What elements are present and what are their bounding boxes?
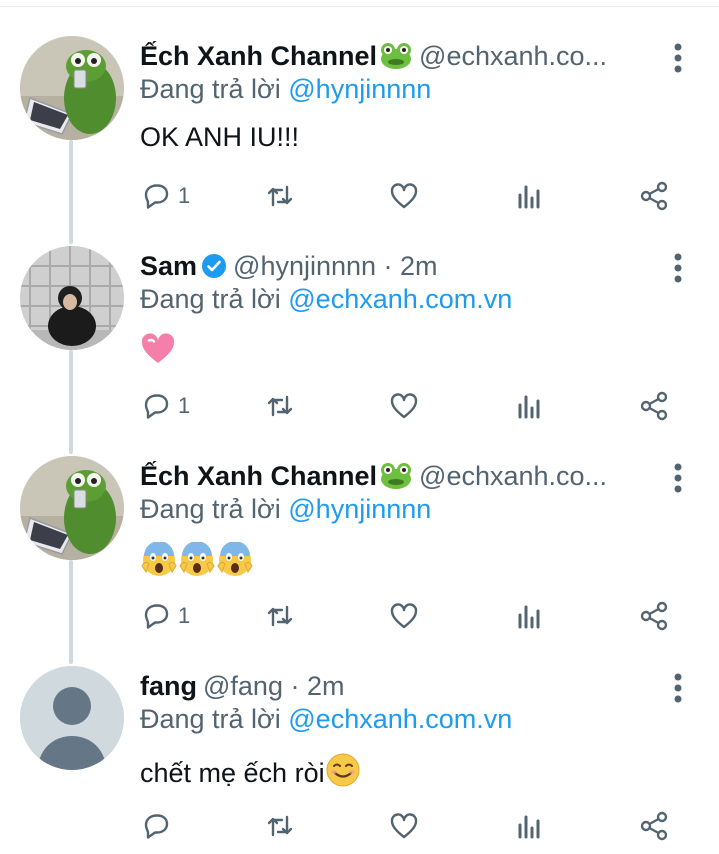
heart-icon	[390, 393, 418, 419]
analytics-icon	[518, 185, 540, 209]
more-options-icon[interactable]	[668, 672, 688, 704]
share-button[interactable]	[638, 596, 670, 636]
share-icon	[640, 811, 668, 841]
tweet[interactable]: fang @fang · 2m Đang trả lời @echxanh.co…	[0, 666, 719, 854]
mention-link[interactable]: @echxanh.com.vn	[288, 704, 512, 734]
display-name[interactable]: Ếch Xanh Channel	[140, 461, 377, 492]
tweet-header: Ếch Xanh Channel @echxanh.co...	[140, 456, 660, 496]
mention-link[interactable]: @echxanh.com.vn	[288, 284, 512, 314]
top-divider	[0, 6, 719, 7]
tweet-actions: 1	[140, 596, 680, 636]
share-button[interactable]	[638, 386, 670, 426]
reply-icon	[144, 394, 169, 419]
tweet-text: OK ANH IU!!!	[140, 122, 300, 152]
share-button[interactable]	[638, 806, 670, 846]
replying-to: Đang trả lời @hynjinnnn	[140, 494, 431, 525]
reply-button[interactable]: 1	[140, 596, 190, 636]
tweet-actions: 1	[140, 176, 680, 216]
kermit-avatar[interactable]	[20, 36, 124, 140]
user-handle[interactable]: @echxanh.co...	[419, 461, 607, 492]
screaming-face-emoji	[216, 541, 254, 585]
reply-count: 1	[178, 603, 191, 628]
reply-count: 1	[178, 183, 191, 208]
display-name[interactable]: Sam	[140, 251, 197, 282]
analytics-button[interactable]	[514, 386, 546, 426]
display-name[interactable]: fang	[140, 671, 197, 702]
replying-to-label: Đang trả lời	[140, 704, 289, 734]
analytics-button[interactable]	[514, 596, 546, 636]
screaming-face-emoji	[178, 541, 216, 585]
replying-to: Đang trả lời @hynjinnnn	[140, 74, 431, 105]
display-name[interactable]: Ếch Xanh Channel	[140, 41, 377, 72]
mention-link[interactable]: @hynjinnnn	[288, 74, 431, 104]
user-handle[interactable]: @hynjinnnn · 2m	[233, 251, 438, 282]
tweet[interactable]: Ếch Xanh Channel @echxanh.co... Đang trả…	[0, 456, 719, 666]
like-button[interactable]	[388, 806, 420, 846]
like-button[interactable]	[388, 596, 420, 636]
share-icon	[640, 181, 668, 211]
more-options-icon[interactable]	[668, 42, 688, 74]
tweet-header: Sam @hynjinnnn · 2m	[140, 246, 660, 286]
retweet-button[interactable]	[264, 596, 296, 636]
reply-button[interactable]: 1	[140, 176, 190, 216]
heart-icon	[390, 183, 418, 209]
analytics-icon	[518, 815, 540, 839]
tweet-header: Ếch Xanh Channel @echxanh.co...	[140, 36, 660, 76]
pink-heart-emoji	[140, 332, 176, 373]
kermit-avatar[interactable]	[20, 456, 124, 560]
more-options-icon[interactable]	[668, 252, 688, 284]
screaming-face-emoji	[140, 541, 178, 585]
heart-icon	[390, 603, 418, 629]
reply-button[interactable]: 1	[140, 386, 190, 426]
retweet-button[interactable]	[264, 806, 296, 846]
share-icon	[640, 601, 668, 631]
retweet-icon	[267, 605, 293, 627]
user-handle[interactable]: @fang · 2m	[203, 671, 344, 702]
retweet-icon	[267, 185, 293, 207]
retweet-icon	[267, 395, 293, 417]
verified-icon	[201, 253, 227, 279]
replying-to-label: Đang trả lời	[140, 494, 289, 524]
replying-to: Đang trả lời @echxanh.com.vn	[140, 704, 512, 735]
replying-to-label: Đang trả lời	[140, 74, 289, 104]
sam-avatar[interactable]	[20, 246, 124, 350]
replying-to: Đang trả lời @echxanh.com.vn	[140, 284, 512, 315]
tweet[interactable]: Sam @hynjinnnn · 2m Đang trả lời @echxan…	[0, 246, 719, 456]
analytics-button[interactable]	[514, 806, 546, 846]
tweet-text-body: chết mẹ ếch ròi	[140, 758, 325, 788]
reply-icon	[144, 604, 169, 629]
analytics-button[interactable]	[514, 176, 546, 216]
retweet-icon	[267, 815, 293, 837]
smiling-face-emoji	[325, 752, 361, 795]
like-button[interactable]	[388, 386, 420, 426]
default-avatar[interactable]	[20, 666, 124, 770]
reply-icon	[144, 184, 169, 209]
frog-emoji	[379, 41, 413, 71]
analytics-icon	[518, 605, 540, 629]
tweet-actions	[140, 806, 680, 846]
frog-emoji	[379, 461, 413, 491]
tweet-text	[140, 541, 254, 585]
tweet-header: fang @fang · 2m	[140, 666, 660, 706]
reply-button[interactable]	[140, 806, 178, 846]
reply-icon	[144, 814, 169, 839]
tweet[interactable]: Ếch Xanh Channel @echxanh.co... Đang trả…	[0, 36, 719, 246]
retweet-button[interactable]	[264, 386, 296, 426]
analytics-icon	[518, 395, 540, 419]
like-button[interactable]	[388, 176, 420, 216]
reply-count: 1	[178, 393, 191, 418]
heart-icon	[390, 813, 418, 839]
user-handle[interactable]: @echxanh.co...	[419, 41, 607, 72]
tweet-actions: 1	[140, 386, 680, 426]
tweet-text	[140, 332, 176, 373]
more-options-icon[interactable]	[668, 462, 688, 494]
retweet-button[interactable]	[264, 176, 296, 216]
share-icon	[640, 391, 668, 421]
tweet-text: chết mẹ ếch ròi	[140, 752, 361, 795]
mention-link[interactable]: @hynjinnnn	[288, 494, 431, 524]
replying-to-label: Đang trả lời	[140, 284, 289, 314]
share-button[interactable]	[638, 176, 670, 216]
